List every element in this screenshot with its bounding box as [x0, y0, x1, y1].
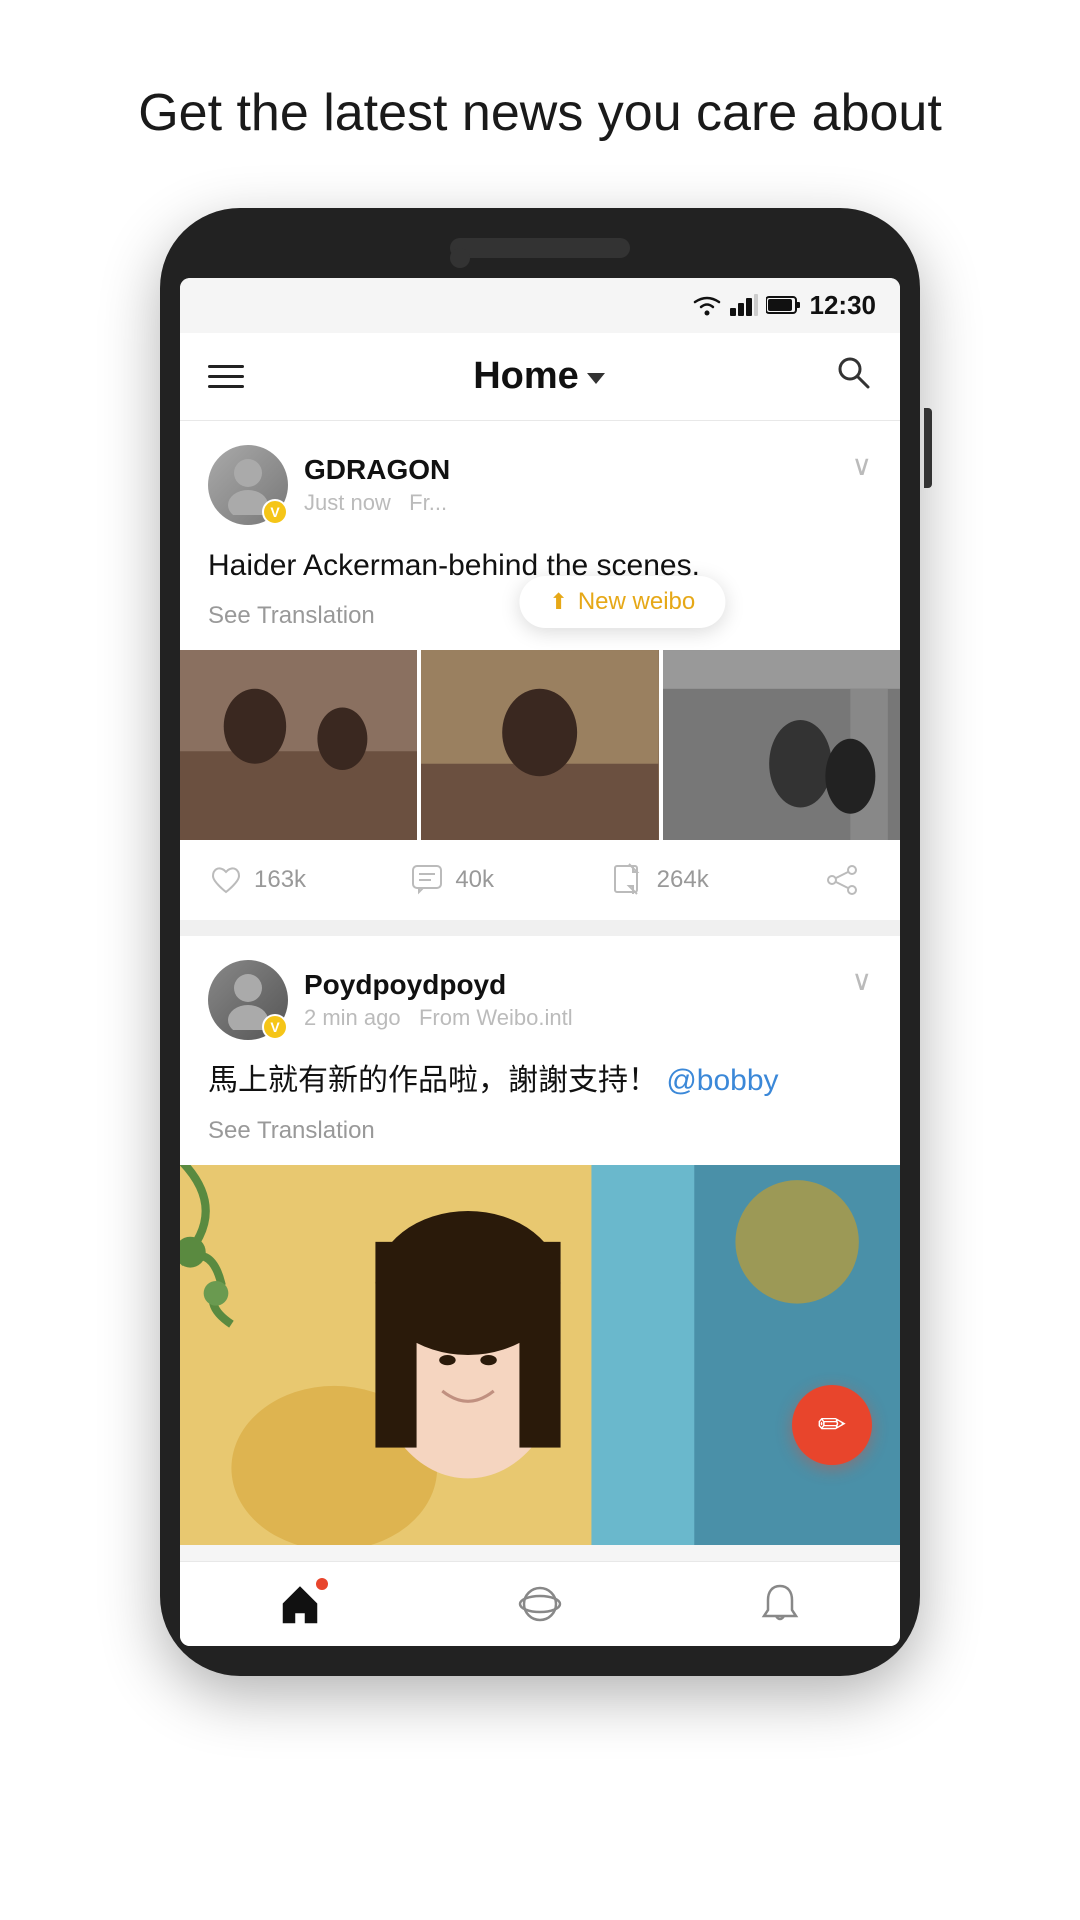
post-text-2: 馬上就有新的作品啦，謝謝支持！	[208, 1064, 658, 1097]
post-meta: Just now Fr...	[304, 490, 450, 516]
feed: ⬆ New weibo	[180, 421, 900, 1545]
battery-icon	[766, 295, 802, 315]
author-details-2: Poydpoydpoyd 2 min ago From Weibo.intl	[304, 969, 573, 1031]
chevron-down-icon	[587, 373, 605, 384]
author-name: GDRAGON	[304, 454, 450, 486]
like-count: 163k	[254, 866, 306, 894]
repost-count: 264k	[657, 866, 709, 894]
post-header: V GDRAGON Just now Fr... ∨	[208, 445, 872, 525]
explore-icon	[518, 1582, 562, 1626]
page-headline: Get the latest news you care about	[78, 0, 1002, 208]
phone-camera	[450, 248, 470, 268]
comment-button[interactable]: 40k	[409, 862, 610, 898]
phone-screen: 12:30 Home ⬆	[180, 278, 900, 1646]
post-menu-icon-2[interactable]: ∨	[852, 964, 873, 997]
post-source-2: From Weibo.intl	[419, 1005, 573, 1030]
avatar-wrapper-2: V	[208, 960, 288, 1040]
compose-icon: ✏	[818, 1405, 847, 1445]
post-content-text-2: 馬上就有新的作品啦，謝謝支持！ @bobby	[208, 1058, 872, 1103]
post-image-1	[180, 650, 417, 840]
status-bar: 12:30	[180, 278, 900, 333]
search-button[interactable]	[834, 353, 872, 400]
notification-icon	[758, 1582, 802, 1626]
like-button[interactable]: 163k	[208, 862, 409, 898]
post-time-2: 2 min ago	[304, 1005, 401, 1030]
nav-notifications[interactable]	[758, 1582, 802, 1626]
bottom-nav	[180, 1561, 900, 1646]
signal-icon	[730, 294, 758, 316]
post-time: Just now	[304, 490, 391, 515]
wifi-icon	[692, 294, 722, 316]
post-image-3	[663, 650, 900, 840]
post-source: Fr...	[409, 490, 447, 515]
post-card-2: V Poydpoydpoyd 2 min ago From Weibo.intl…	[180, 936, 900, 1545]
share-button[interactable]	[812, 862, 872, 898]
post-menu-icon[interactable]: ∨	[852, 449, 873, 482]
avatar-wrapper: V	[208, 445, 288, 525]
comment-count: 40k	[455, 866, 494, 894]
header-title-container[interactable]: Home	[473, 355, 605, 398]
home-icon	[278, 1582, 322, 1626]
nav-home[interactable]	[278, 1582, 322, 1626]
app-header: Home	[180, 333, 900, 421]
post-header-2: V Poydpoydpoyd 2 min ago From Weibo.intl…	[208, 960, 872, 1040]
status-icons: 12:30	[692, 290, 877, 321]
see-translation-button-2[interactable]: See Translation	[208, 1117, 872, 1145]
post-card: V GDRAGON Just now Fr... ∨ H	[180, 421, 900, 920]
author-name-2: Poydpoydpoyd	[304, 969, 573, 1001]
status-time: 12:30	[810, 290, 877, 321]
post-meta-2: 2 min ago From Weibo.intl	[304, 1005, 573, 1031]
post-mention[interactable]: @bobby	[666, 1064, 778, 1097]
post-image-2	[421, 650, 658, 840]
post-author-info: V GDRAGON Just now Fr...	[208, 445, 450, 525]
phone-frame: 12:30 Home ⬆	[160, 208, 920, 1676]
verified-badge-2: V	[262, 1014, 288, 1040]
hamburger-menu-icon[interactable]	[208, 365, 244, 388]
new-weibo-toast[interactable]: ⬆ New weibo	[519, 576, 725, 628]
new-weibo-arrow-icon: ⬆	[549, 589, 567, 615]
post-author-info-2: V Poydpoydpoyd 2 min ago From Weibo.intl	[208, 960, 573, 1040]
post-image-large	[180, 1165, 900, 1545]
compose-fab[interactable]: ✏	[792, 1385, 872, 1465]
post-image-grid	[180, 650, 900, 840]
nav-explore[interactable]	[518, 1582, 562, 1626]
repost-button[interactable]: 264k	[611, 862, 812, 898]
header-title-text: Home	[473, 355, 579, 398]
new-weibo-label: New weibo	[578, 588, 695, 616]
action-bar: 163k 40k	[208, 840, 872, 920]
phone-speaker	[450, 238, 630, 258]
home-notification-dot	[316, 1578, 328, 1590]
verified-badge: V	[262, 499, 288, 525]
author-details: GDRAGON Just now Fr...	[304, 454, 450, 516]
phone-side-button	[924, 408, 932, 488]
